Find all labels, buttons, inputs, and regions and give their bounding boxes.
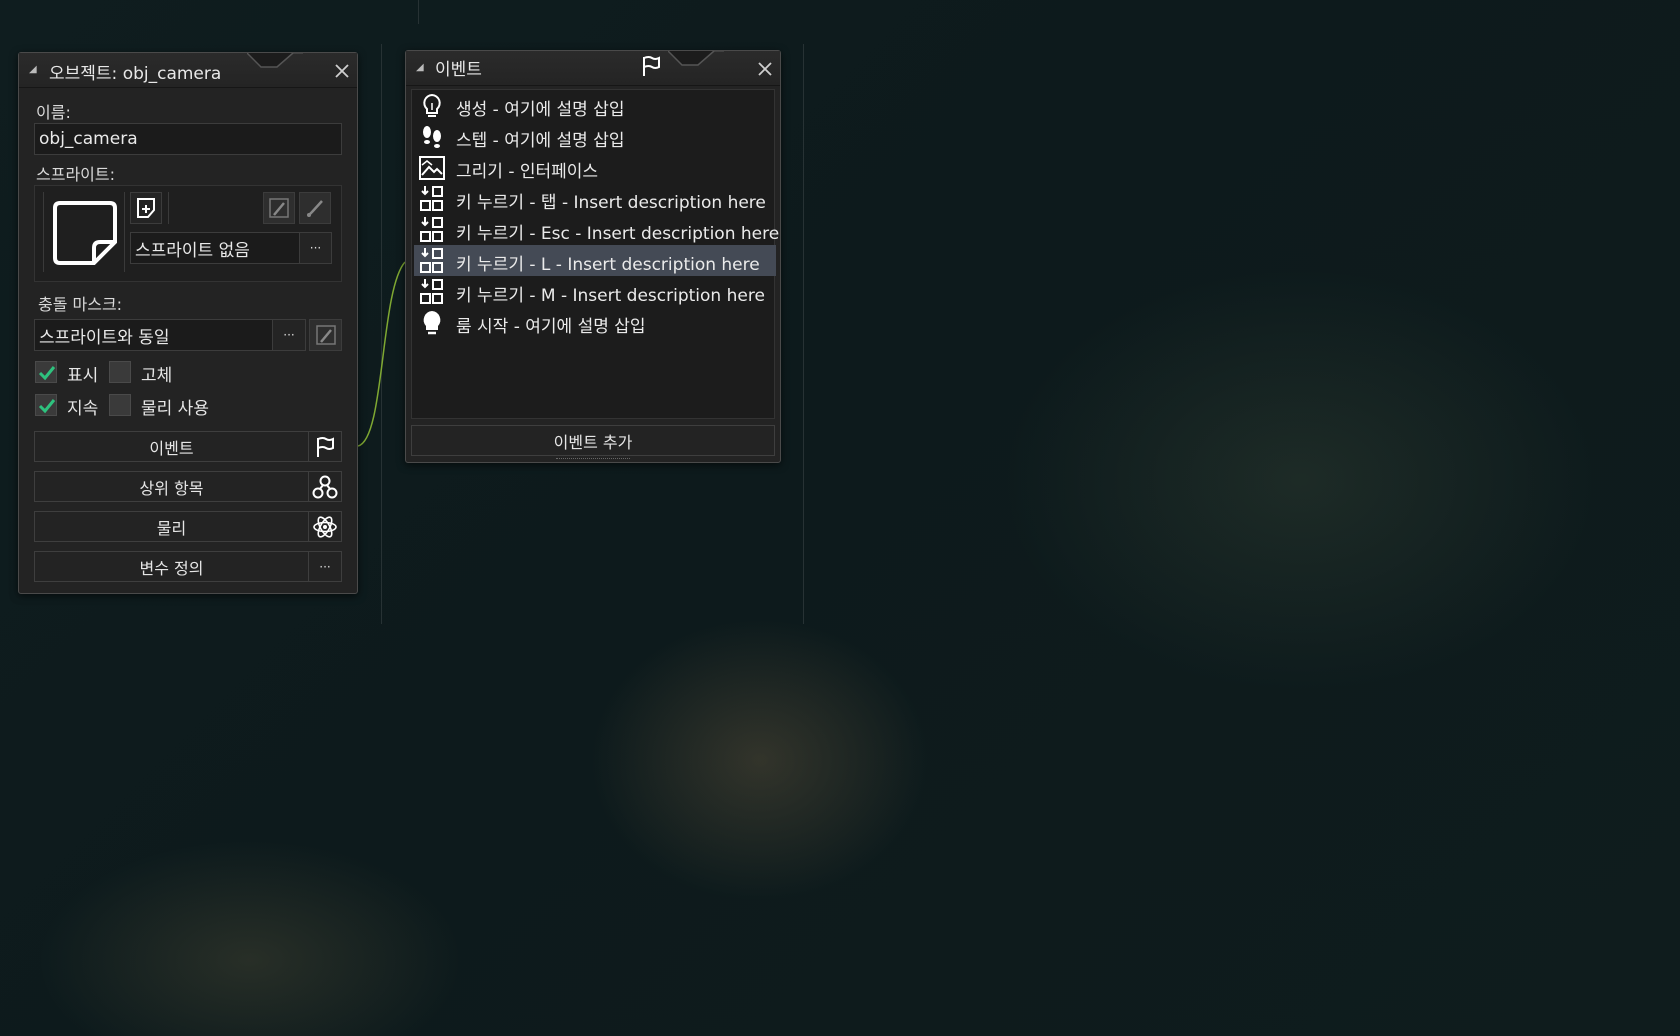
sprite-field[interactable]: 스프라이트 없음 bbox=[130, 232, 300, 264]
collision-mask-label: 충돌 마스크: bbox=[38, 295, 123, 314]
events-panel: ◢ 이벤트 생성 - 여기에 설명 삽입 스텝 - 여기에 설명 삽입 그리기 … bbox=[405, 50, 781, 463]
physics-side-button[interactable] bbox=[308, 511, 342, 542]
event-label: 키 누르기 - 탭 - Insert description here bbox=[456, 193, 766, 213]
new-sprite-button[interactable] bbox=[130, 192, 162, 224]
parent-button[interactable]: 상위 항목 bbox=[34, 471, 309, 502]
event-room-start[interactable]: 룸 시작 - 여기에 설명 삽입 bbox=[414, 307, 776, 338]
event-label: 그리기 - 인터페이스 bbox=[456, 162, 599, 182]
close-icon[interactable] bbox=[755, 59, 775, 79]
event-label: 룸 시작 - 여기에 설명 삽입 bbox=[456, 317, 646, 337]
atom-icon bbox=[313, 515, 337, 538]
name-label: 이름: bbox=[36, 103, 71, 122]
event-step[interactable]: 스텝 - 여기에 설명 삽입 bbox=[414, 121, 776, 152]
edit-mask-icon bbox=[315, 325, 336, 345]
visible-checkbox[interactable] bbox=[35, 361, 57, 383]
event-label: 생성 - 여기에 설명 삽입 bbox=[456, 100, 625, 120]
background-guide-line bbox=[418, 0, 419, 24]
event-label: 스텝 - 여기에 설명 삽입 bbox=[456, 131, 625, 151]
edit-sprite-button[interactable] bbox=[263, 192, 295, 224]
key-press-icon bbox=[420, 279, 443, 304]
event-draw[interactable]: 그리기 - 인터페이스 bbox=[414, 152, 776, 183]
flag-icon bbox=[643, 56, 660, 76]
lightbulb-filled-icon bbox=[423, 311, 441, 335]
event-label: 키 누르기 - L - Insert description here bbox=[456, 255, 760, 275]
persistent-checkbox[interactable] bbox=[35, 394, 57, 416]
sprite-browse-button[interactable]: ··· bbox=[299, 232, 332, 264]
edit-sprite-icon bbox=[269, 198, 289, 218]
uses-physics-checkbox[interactable] bbox=[109, 394, 131, 416]
flag-icon bbox=[317, 436, 334, 457]
events-side-button[interactable] bbox=[308, 431, 342, 462]
sprite-label: 스프라이트: bbox=[36, 165, 115, 184]
edit-collision-mask-button[interactable] bbox=[309, 319, 342, 351]
checkmark-icon bbox=[38, 366, 56, 381]
paintbrush-icon bbox=[307, 200, 323, 217]
add-event-button[interactable]: 이벤트 추가 bbox=[411, 425, 775, 456]
name-field[interactable]: obj_camera bbox=[34, 123, 342, 155]
object-panel: ◢ 오브젝트: obj_camera 이름: obj_camera 스프라이트: bbox=[18, 52, 358, 594]
visible-label: 표시 bbox=[67, 366, 99, 386]
collision-mask-field[interactable]: 스프라이트와 동일 bbox=[34, 319, 273, 351]
header-notch-decoration bbox=[247, 53, 303, 68]
panel-connector-line bbox=[357, 261, 406, 447]
footsteps-icon bbox=[423, 126, 441, 148]
event-key-press-esc[interactable]: 키 누르기 - Esc - Insert description here bbox=[414, 214, 780, 245]
resize-grip[interactable] bbox=[556, 458, 630, 461]
collapse-triangle-icon[interactable]: ◢ bbox=[29, 64, 37, 75]
event-label: 키 누르기 - Esc - Insert description here bbox=[456, 224, 780, 244]
sprite-box: 스프라이트 없음 ··· bbox=[34, 185, 342, 282]
no-sprite-icon bbox=[53, 201, 117, 265]
checkmark-icon bbox=[38, 399, 56, 414]
picture-icon bbox=[419, 156, 445, 180]
object-panel-title: 오브젝트: obj_camera bbox=[49, 64, 222, 84]
event-create[interactable]: 생성 - 여기에 설명 삽입 bbox=[414, 90, 776, 121]
parent-side-button[interactable] bbox=[308, 471, 342, 502]
hierarchy-icon bbox=[312, 475, 338, 498]
persistent-label: 지속 bbox=[67, 399, 99, 419]
new-sprite-icon bbox=[137, 198, 155, 218]
close-icon[interactable] bbox=[332, 61, 352, 81]
solid-checkbox[interactable] bbox=[109, 361, 131, 383]
variable-definitions-button[interactable]: 변수 정의 bbox=[34, 551, 309, 582]
event-key-press-tab[interactable]: 키 누르기 - 탭 - Insert description here bbox=[414, 183, 776, 214]
events-list[interactable]: 생성 - 여기에 설명 삽입 스텝 - 여기에 설명 삽입 그리기 - 인터페이… bbox=[411, 89, 780, 419]
variable-definitions-more-button[interactable]: ··· bbox=[308, 551, 342, 582]
event-key-press-m[interactable]: 키 누르기 - M - Insert description here bbox=[414, 276, 776, 307]
object-panel-header[interactable]: ◢ 오브젝트: obj_camera bbox=[19, 53, 357, 88]
solid-label: 고체 bbox=[141, 366, 173, 386]
physics-button[interactable]: 물리 bbox=[34, 511, 309, 542]
events-button[interactable]: 이벤트 bbox=[34, 431, 309, 462]
uses-physics-label: 물리 사용 bbox=[141, 399, 209, 419]
toolbar-divider bbox=[168, 192, 169, 224]
collision-mask-browse-button[interactable]: ··· bbox=[272, 319, 306, 351]
key-press-icon bbox=[420, 248, 443, 273]
event-label: 키 누르기 - M - Insert description here bbox=[456, 286, 765, 306]
key-press-icon bbox=[420, 217, 443, 242]
header-notch-decoration bbox=[668, 51, 724, 66]
lightbulb-outline-icon bbox=[423, 93, 441, 117]
key-press-icon bbox=[420, 186, 443, 211]
paint-sprite-button[interactable] bbox=[299, 192, 331, 224]
events-panel-header[interactable]: ◢ 이벤트 bbox=[406, 51, 780, 86]
sprite-preview[interactable] bbox=[43, 192, 125, 272]
events-panel-title: 이벤트 bbox=[435, 60, 482, 80]
background-guide-line bbox=[803, 44, 804, 624]
event-key-press-l[interactable]: 키 누르기 - L - Insert description here bbox=[414, 245, 776, 276]
collapse-triangle-icon[interactable]: ◢ bbox=[416, 62, 424, 73]
